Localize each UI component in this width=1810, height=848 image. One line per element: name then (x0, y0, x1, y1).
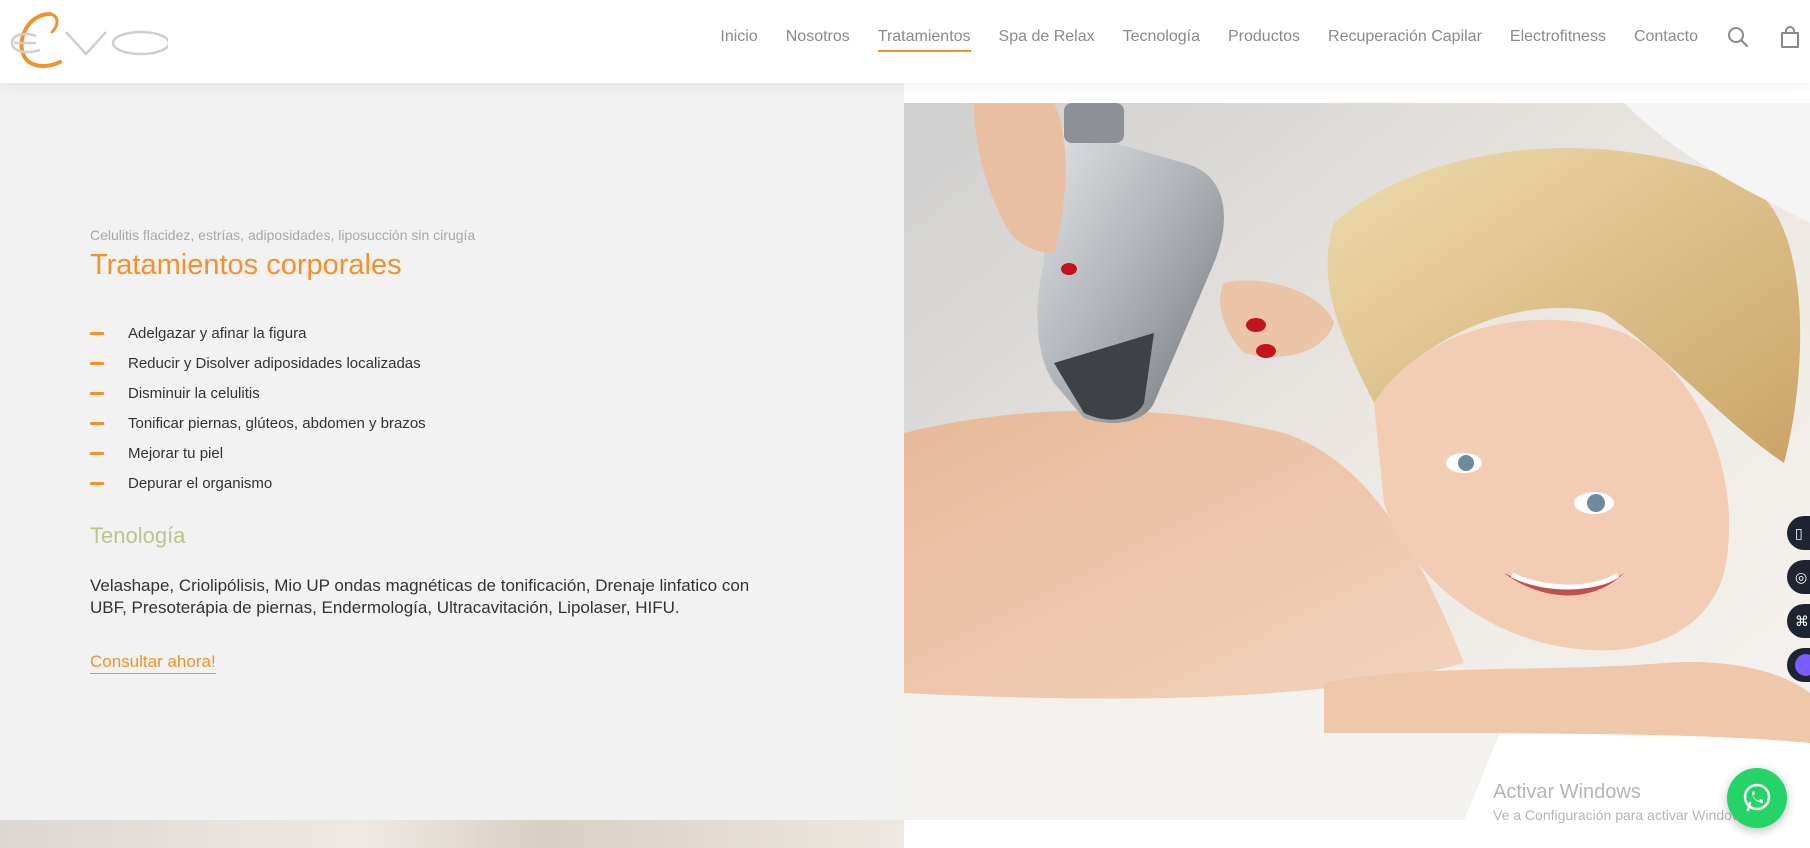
next-section-image (0, 820, 904, 848)
nav-nosotros[interactable]: Nosotros (786, 28, 850, 46)
feature-text: Disminuir la celulitis (128, 384, 260, 402)
dash-icon (90, 391, 104, 395)
nav-inicio[interactable]: Inicio (720, 28, 757, 46)
shopping-bag-icon[interactable] (1778, 25, 1802, 49)
nav-recuperacion-capilar[interactable]: Recuperación Capilar (1328, 28, 1482, 46)
feature-text: Mejorar tu piel (128, 444, 224, 462)
dash-icon (90, 451, 104, 455)
nav-contacto[interactable]: Contacto (1634, 28, 1698, 46)
dash-icon (90, 421, 104, 425)
list-item: Tonificar piernas, glúteos, abdomen y br… (90, 408, 426, 438)
dash-icon (90, 361, 104, 365)
list-item: Disminuir la celulitis (90, 378, 426, 408)
site-header: Inicio Nosotros Tratamientos Spa de Rela… (0, 0, 1810, 83)
hero-subtitle: Celulitis flacidez, estrías, adiposidade… (90, 227, 476, 243)
hero-title: Tratamientos corporales (90, 249, 402, 281)
nav-spa-de-relax[interactable]: Spa de Relax (999, 28, 1095, 46)
feature-list: Adelgazar y afinar la figura Reducir y D… (90, 318, 426, 498)
feature-text: Reducir y Disolver adiposidades localiza… (128, 354, 421, 372)
list-item: Mejorar tu piel (90, 438, 426, 468)
feature-text: Tonificar piernas, glúteos, abdomen y br… (128, 414, 426, 432)
windows-activation-title: Activar Windows (1493, 781, 1641, 803)
evo-logo[interactable] (6, 6, 171, 70)
list-item: Depurar el organismo (90, 468, 426, 498)
list-item: Reducir y Disolver adiposidades localiza… (90, 348, 426, 378)
technology-text: Velashape, Criolipólisis, Mio UP ondas m… (90, 576, 750, 617)
technology-heading: Tenología (90, 523, 186, 548)
bot-icon (1795, 654, 1810, 676)
consultar-ahora-link[interactable]: Consultar ahora! (90, 652, 216, 674)
nav-tecnologia[interactable]: Tecnología (1123, 28, 1200, 46)
search-icon[interactable] (1726, 25, 1750, 49)
treatment-photo (904, 103, 1810, 820)
nav-electrofitness[interactable]: Electrofitness (1510, 28, 1606, 46)
feature-text: Adelgazar y afinar la figura (128, 324, 307, 342)
nav-productos[interactable]: Productos (1228, 28, 1300, 46)
next-section-blank (904, 820, 1810, 848)
main-nav: Inicio Nosotros Tratamientos Spa de Rela… (720, 0, 1810, 73)
apps-icon: ⌘ (1795, 612, 1809, 629)
list-item: Adelgazar y afinar la figura (90, 318, 426, 348)
whatsapp-icon (1743, 783, 1771, 812)
whatsapp-button[interactable] (1727, 768, 1787, 828)
dash-icon (90, 481, 104, 485)
book-icon: ▯ (1795, 524, 1803, 541)
feature-text: Depurar el organismo (128, 474, 273, 492)
fingerprint-icon: ◎ (1795, 568, 1808, 585)
windows-activation-subtitle: Ve a Configuración para activar Windows. (1493, 807, 1753, 823)
nav-tratamientos[interactable]: Tratamientos (877, 28, 971, 52)
dash-icon (90, 331, 104, 335)
